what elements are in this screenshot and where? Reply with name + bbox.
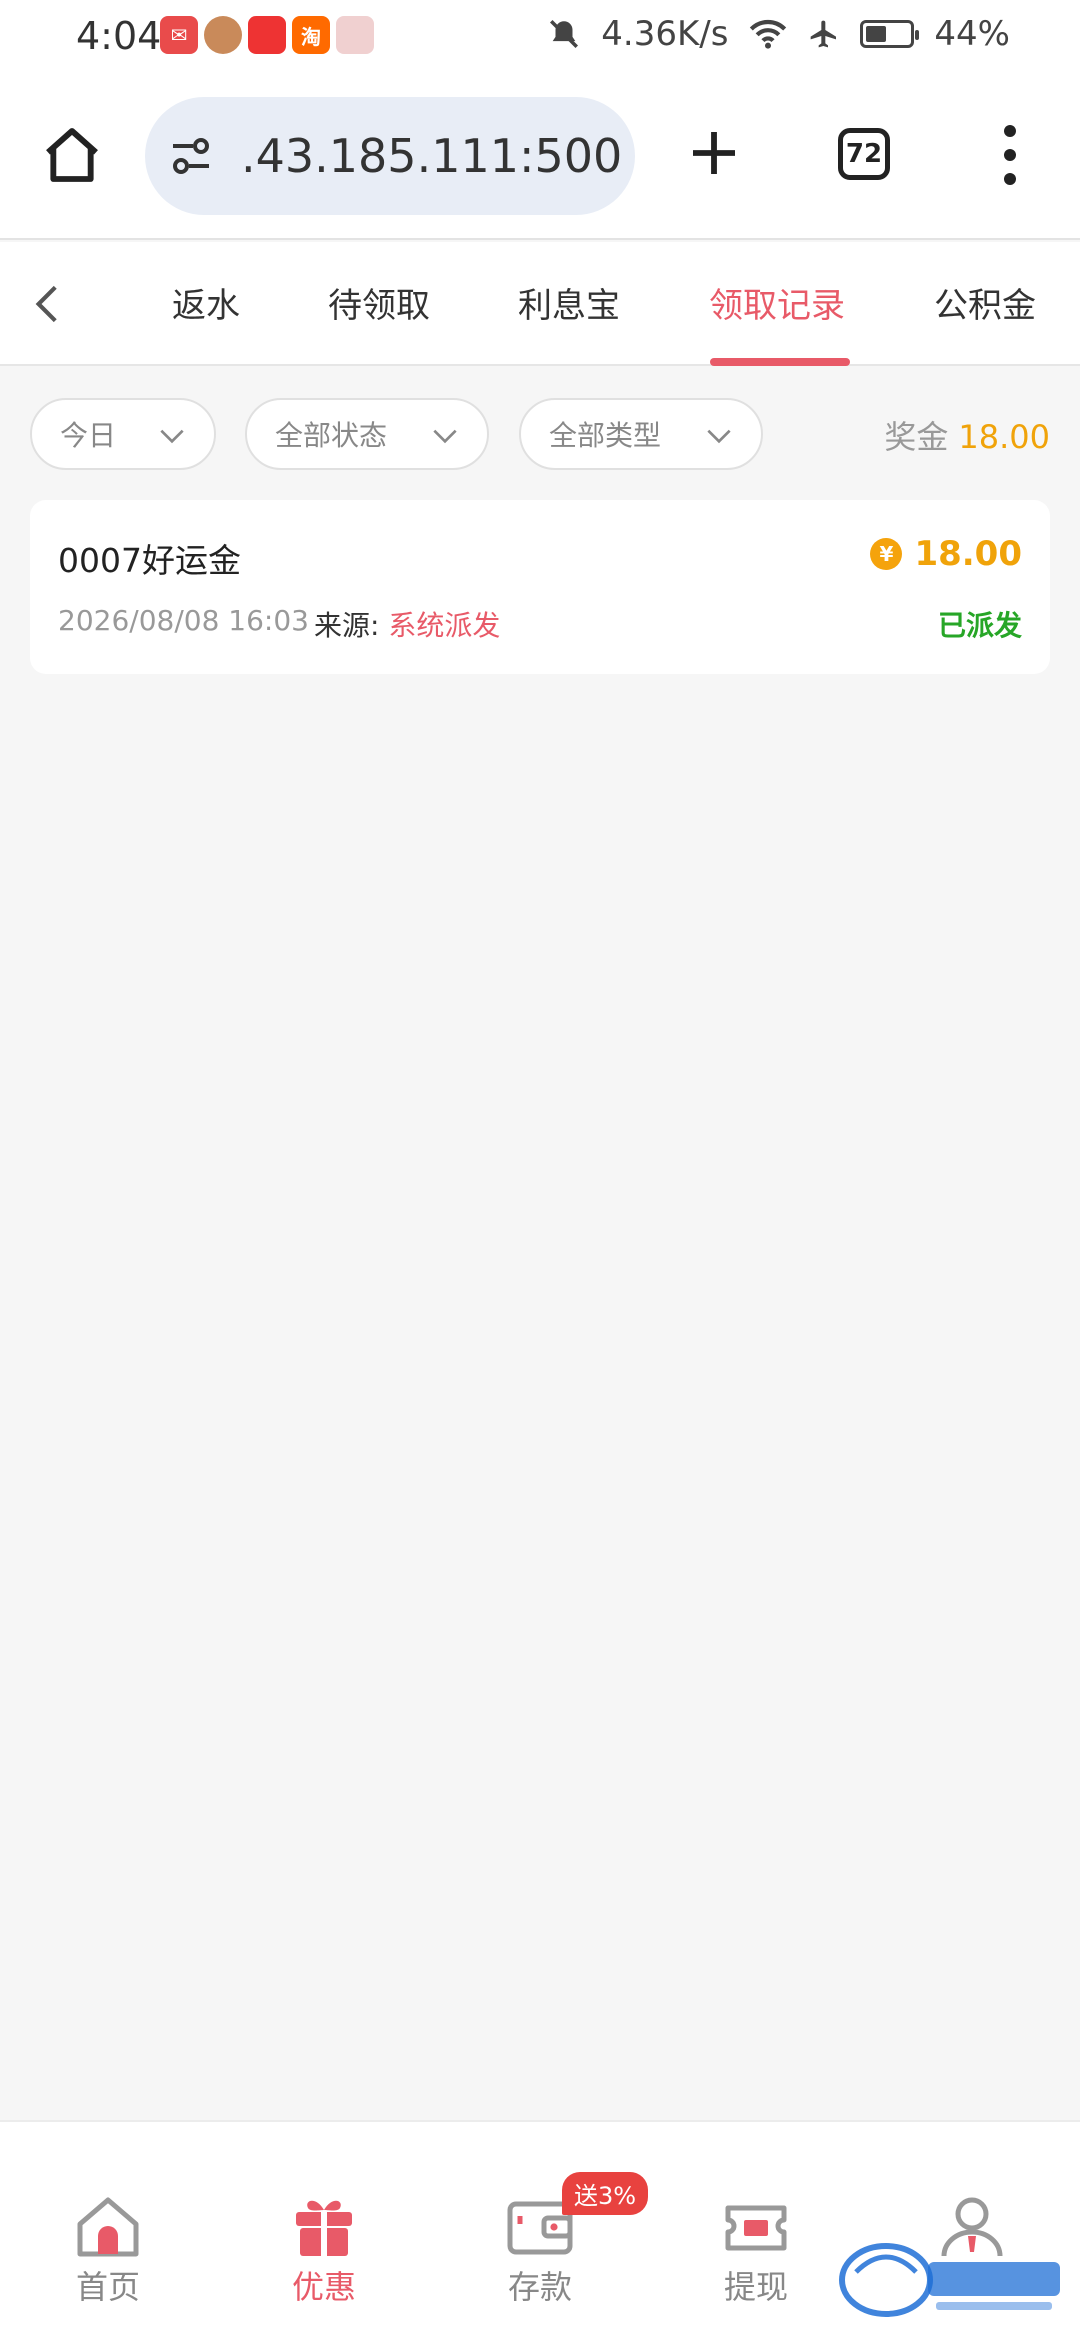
tab-switcher-button[interactable]: 72 bbox=[838, 128, 890, 180]
airplane-icon bbox=[811, 20, 837, 48]
site-settings-icon[interactable] bbox=[167, 132, 215, 180]
huawei-app-icon: ✉ bbox=[160, 16, 198, 54]
record-amount: ¥ 18.00 bbox=[870, 534, 1022, 574]
record-source-label: 来源: bbox=[314, 609, 380, 642]
status-bar: 4:04 ✉ 淘 4.36K/s 44% bbox=[0, 0, 1080, 75]
wifi-icon bbox=[750, 19, 787, 49]
battery-percent: 44% bbox=[934, 14, 1010, 54]
bonus-label: 奖金 bbox=[884, 418, 949, 456]
record-source: 来源: 系统派发 bbox=[314, 604, 500, 644]
chevron-down-icon bbox=[707, 429, 731, 444]
status-app-icons: ✉ 淘 bbox=[160, 16, 374, 54]
record-time: 2026/08/08 16:03 bbox=[58, 604, 309, 637]
record-card[interactable]: 0007好运金 ¥ 18.00 2026/08/08 16:03 来源: 系统派… bbox=[30, 500, 1050, 674]
tab-claim-records[interactable]: 领取记录 bbox=[709, 278, 845, 327]
battery-icon bbox=[860, 20, 920, 48]
chevron-down-icon bbox=[433, 429, 457, 444]
tab-pending[interactable]: 待领取 bbox=[328, 278, 430, 327]
coin-icon: ¥ bbox=[870, 538, 903, 570]
date-filter-label: 今日 bbox=[60, 419, 117, 452]
type-filter-dropdown[interactable]: 全部类型 bbox=[519, 398, 763, 470]
bonus-total: 奖金 18.00 bbox=[884, 412, 1050, 458]
status-right: 4.36K/s 44% bbox=[547, 14, 1010, 54]
active-tab-indicator bbox=[710, 358, 850, 366]
url-bar[interactable]: .43.185.111:5001 bbox=[145, 97, 635, 215]
gift-icon bbox=[296, 2200, 352, 2256]
status-time: 4:04 bbox=[76, 14, 162, 58]
withdraw-ticket-icon bbox=[725, 2205, 787, 2251]
nav-promotions[interactable]: 优惠 bbox=[264, 2192, 384, 2308]
record-title: 0007好运金 bbox=[58, 541, 241, 580]
tab-interest[interactable]: 利息宝 bbox=[518, 278, 620, 327]
bonus-value: 18.00 bbox=[958, 418, 1050, 456]
tab-count: 72 bbox=[845, 139, 883, 169]
status-filter-dropdown[interactable]: 全部状态 bbox=[245, 398, 489, 470]
game-app-icon bbox=[248, 16, 286, 54]
mute-bell-icon bbox=[550, 19, 579, 49]
net-speed: 4.36K/s bbox=[601, 14, 729, 54]
chevron-down-icon bbox=[160, 429, 184, 444]
nav-withdraw[interactable]: 提现 bbox=[696, 2192, 816, 2308]
more-menu-icon[interactable] bbox=[1000, 125, 1020, 185]
nav-promotions-label: 优惠 bbox=[291, 2268, 356, 2306]
home-icon[interactable] bbox=[40, 123, 104, 187]
deposit-promo-badge: 送3% bbox=[562, 2172, 649, 2215]
record-amount-value: 18.00 bbox=[914, 534, 1022, 574]
record-status: 已派发 bbox=[937, 609, 1022, 642]
nav-withdraw-label: 提现 bbox=[723, 2268, 788, 2306]
category-tab-bar: 返水 待领取 利息宝 领取记录 公积金 bbox=[0, 242, 1080, 366]
nav-home[interactable]: 首页 bbox=[48, 2192, 168, 2308]
nav-deposit-label: 存款 bbox=[507, 2268, 572, 2306]
url-text: .43.185.111:5001 bbox=[241, 129, 621, 183]
tab-provident-fund[interactable]: 公积金 bbox=[934, 278, 1036, 327]
new-tab-icon[interactable] bbox=[686, 125, 742, 181]
date-filter-dropdown[interactable]: 今日 bbox=[30, 398, 216, 470]
type-filter-label: 全部类型 bbox=[549, 419, 662, 452]
avatar-app-icon bbox=[204, 16, 242, 54]
browser-toolbar: .43.185.111:5001 72 bbox=[0, 75, 1080, 240]
watermark-logo bbox=[839, 2243, 1060, 2317]
status-filter-label: 全部状态 bbox=[275, 419, 388, 452]
taobao-app-icon: 淘 bbox=[292, 16, 330, 54]
record-source-value: 系统派发 bbox=[388, 609, 501, 642]
home-nav-icon bbox=[77, 2197, 139, 2257]
nav-home-label: 首页 bbox=[75, 2268, 140, 2306]
box-app-icon bbox=[336, 16, 374, 54]
tab-rebate[interactable]: 返水 bbox=[172, 278, 240, 327]
back-arrow-icon[interactable] bbox=[24, 276, 74, 332]
